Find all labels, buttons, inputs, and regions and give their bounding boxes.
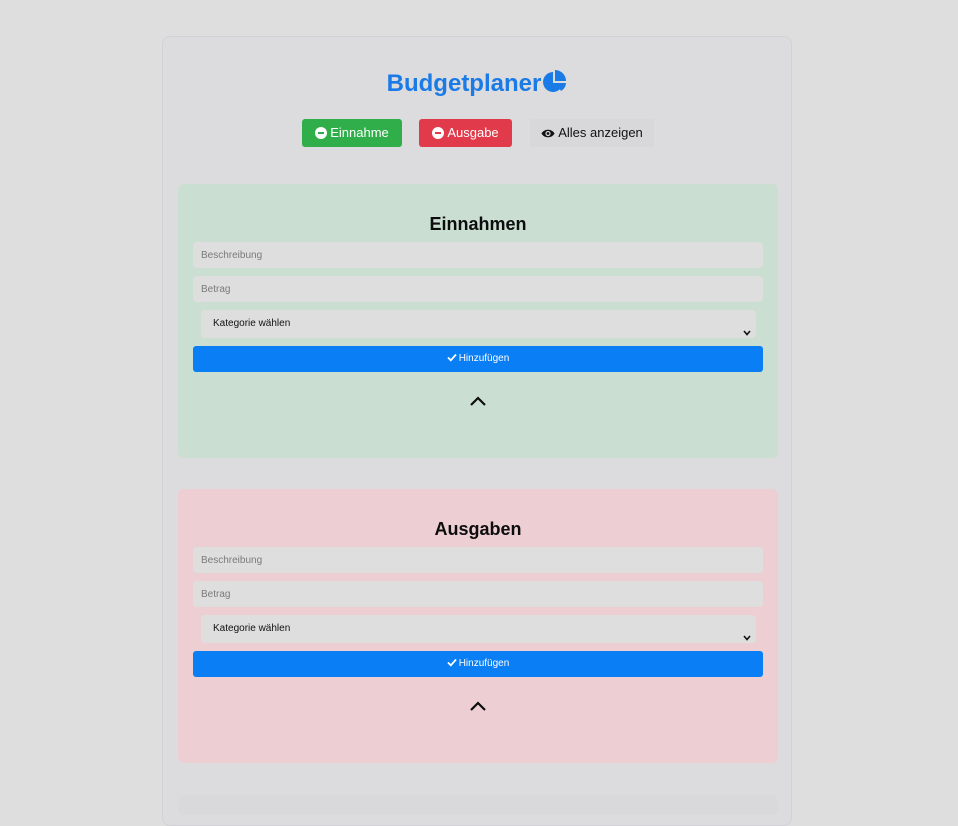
- expense-category-value: Kategorie wählen: [213, 623, 291, 634]
- eye-icon: [541, 121, 555, 149]
- chevron-down-icon: [743, 320, 751, 348]
- expense-toggle-label: Ausgabe: [447, 125, 499, 140]
- minus-circle-icon: [432, 121, 445, 149]
- income-collapse-button[interactable]: [468, 394, 488, 408]
- chevron-up-icon: [468, 395, 488, 412]
- expense-section-title: Ausgaben: [434, 519, 522, 539]
- expense-category-select[interactable]: Kategorie wählen: [201, 615, 756, 643]
- minus-circle-icon: [315, 121, 328, 149]
- expense-toggle-button[interactable]: Ausgabe: [419, 119, 512, 147]
- chart-pie-icon: [542, 70, 567, 102]
- income-category-value: Kategorie wählen: [213, 318, 291, 329]
- income-toggle-button[interactable]: Einnahme: [302, 119, 402, 147]
- income-amount-input[interactable]: [193, 276, 763, 302]
- income-toggle-label: Einnahme: [330, 125, 389, 140]
- show-all-label: Alles anzeigen: [558, 125, 643, 140]
- next-section-edge: [178, 795, 778, 815]
- expense-add-button[interactable]: Hinzufügen: [193, 651, 763, 677]
- income-description-input[interactable]: [193, 242, 763, 268]
- income-category-select[interactable]: Kategorie wählen: [201, 310, 756, 338]
- expense-add-label: Hinzufügen: [458, 658, 510, 669]
- toolbar: Einnahme Ausgabe Alles anzeigen: [163, 119, 791, 147]
- chevron-down-icon: [743, 625, 751, 653]
- expense-amount-input[interactable]: [193, 581, 763, 607]
- budget-card: Budgetplaner Einnahme Ausgabe Alles anze…: [162, 36, 792, 826]
- income-add-label: Hinzufügen: [458, 353, 510, 364]
- expense-collapse-button[interactable]: [468, 699, 488, 713]
- chevron-up-icon: [468, 700, 488, 717]
- expense-section: Ausgaben Kategorie wählen Hinzufügen: [178, 489, 778, 763]
- expense-description-input[interactable]: [193, 547, 763, 573]
- page-title-text: Budgetplaner: [386, 70, 542, 97]
- check-icon: [447, 652, 457, 678]
- check-icon: [447, 347, 457, 373]
- page-title: Budgetplaner: [163, 69, 791, 99]
- income-section-title: Einnahmen: [429, 214, 527, 234]
- income-section: Einnahmen Kategorie wählen Hinzufügen: [178, 184, 778, 458]
- income-add-button[interactable]: Hinzufügen: [193, 346, 763, 372]
- show-all-button[interactable]: Alles anzeigen: [530, 119, 654, 147]
